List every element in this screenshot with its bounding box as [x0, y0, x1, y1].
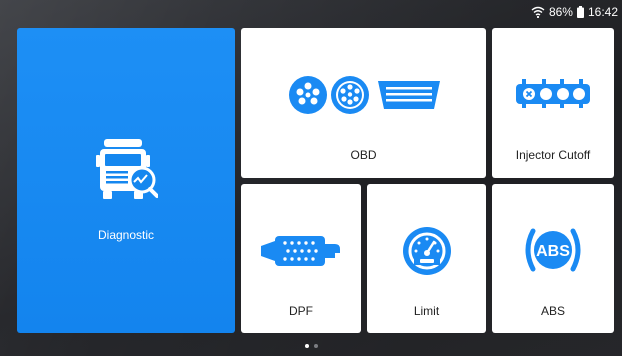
page-dot-2[interactable]: [313, 344, 318, 348]
diagnostic-label: Diagnostic: [97, 228, 155, 242]
wifi-icon: [531, 6, 545, 18]
page-indicator: [0, 344, 622, 348]
obd-connectors-icon: [289, 76, 440, 114]
battery-icon: [576, 6, 584, 18]
limit-label: Limit: [413, 304, 440, 318]
injector-cutoff-label: Injector Cutoff: [515, 148, 591, 162]
speedometer-icon: [403, 227, 451, 275]
home-screen: 86% 16:42 Diagnostic OBD Injector Cutoff…: [0, 0, 622, 356]
dpf-label: DPF: [289, 304, 313, 318]
battery-percent: 86%: [548, 5, 573, 19]
clock: 16:42: [587, 5, 618, 19]
limit-tile[interactable]: Limit: [367, 184, 486, 333]
obd-tile[interactable]: OBD: [241, 28, 486, 178]
dpf-icon: [261, 236, 340, 266]
obd-label: OBD: [350, 148, 377, 162]
abs-badge-text: ABS: [536, 243, 570, 260]
injector-cutoff-tile[interactable]: Injector Cutoff: [492, 28, 614, 178]
abs-icon: ABS: [525, 228, 581, 272]
abs-tile[interactable]: ABS ABS: [492, 184, 614, 333]
injector-icon: [516, 79, 590, 108]
page-dot-1[interactable]: [304, 344, 309, 348]
dpf-tile[interactable]: DPF: [241, 184, 361, 333]
abs-label: ABS: [540, 304, 565, 318]
status-bar: 86% 16:42: [418, 0, 622, 24]
diagnostic-tile[interactable]: Diagnostic: [17, 28, 235, 333]
truck-diagnostic-icon: [96, 139, 158, 199]
